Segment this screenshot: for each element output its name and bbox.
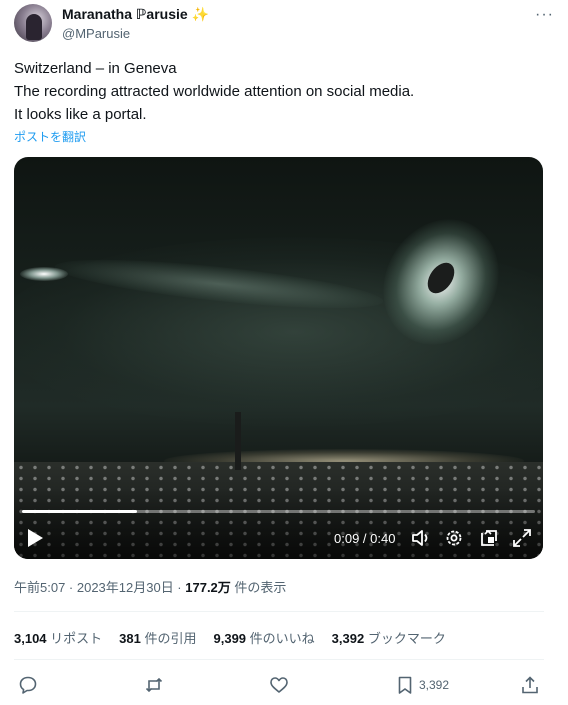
video-pole bbox=[235, 412, 241, 470]
video-bright-light bbox=[20, 267, 68, 281]
author-handle[interactable]: @MParusie bbox=[62, 26, 130, 41]
bookmark-count: 3,392 bbox=[419, 678, 450, 692]
stat-count: 381 bbox=[119, 631, 141, 646]
stat-count: 9,399 bbox=[213, 631, 247, 646]
author-display-name[interactable]: Maranatha ℙarusie bbox=[62, 6, 188, 23]
author-name-row[interactable]: Maranatha ℙarusie ✨ bbox=[62, 6, 209, 23]
tweet-line: It looks like a portal. bbox=[14, 106, 147, 123]
bookmark-button[interactable]: 3,392 bbox=[395, 674, 449, 696]
stat-likes[interactable]: 9,399 件のいいね bbox=[214, 628, 315, 647]
avatar-figure bbox=[26, 14, 42, 40]
like-button[interactable] bbox=[269, 674, 289, 696]
tweet-text: Switzerland – in Geneva The recording at… bbox=[14, 57, 544, 126]
share-icon bbox=[522, 676, 538, 694]
heart-icon bbox=[270, 677, 288, 693]
stat-quotes[interactable]: 381 件の引用 bbox=[119, 628, 196, 647]
reply-icon bbox=[19, 676, 37, 694]
volume-icon[interactable] bbox=[410, 527, 432, 549]
stat-bookmarks[interactable]: 3,392 ブックマーク bbox=[332, 628, 446, 647]
repost-button[interactable] bbox=[144, 674, 164, 696]
video-time-display: 0:09 / 0:40 bbox=[334, 531, 396, 546]
divider bbox=[14, 659, 544, 660]
engagement-stats: 3,104 リポスト 381 件の引用 9,399 件のいいね 3,392 ブッ… bbox=[14, 628, 446, 647]
translate-post-link[interactable]: ポストを翻訳 bbox=[14, 128, 86, 145]
tweet-line: Switzerland – in Geneva bbox=[14, 60, 177, 77]
sparkles-icon: ✨ bbox=[191, 6, 210, 22]
stat-count: 3,104 bbox=[14, 631, 47, 646]
fullscreen-icon[interactable] bbox=[511, 527, 533, 549]
bookmark-icon bbox=[398, 676, 412, 694]
tweet-timestamp[interactable]: 午前5:07 · 2023年12月30日 · bbox=[14, 580, 185, 595]
video-progress-bar[interactable] bbox=[22, 510, 535, 513]
stat-count: 3,392 bbox=[331, 631, 365, 646]
stat-label: 件の引用 bbox=[140, 631, 197, 646]
tweet-timestamp-views: 午前5:07 · 2023年12月30日 · 177.2万 件の表示 bbox=[14, 577, 286, 596]
stat-reposts[interactable]: 3,104 リポスト bbox=[14, 628, 102, 647]
tweet-actions-bar: 3,392 bbox=[14, 674, 544, 698]
video-player[interactable]: 0:09 / 0:40 bbox=[14, 157, 543, 559]
views-label: 件の表示 bbox=[230, 580, 287, 595]
divider bbox=[14, 611, 544, 612]
share-button[interactable] bbox=[520, 674, 540, 696]
play-icon[interactable] bbox=[26, 528, 44, 548]
reply-button[interactable] bbox=[18, 674, 38, 696]
pip-icon[interactable] bbox=[478, 527, 500, 549]
more-options-icon[interactable]: ··· bbox=[535, 6, 554, 24]
stat-label: リポスト bbox=[46, 631, 103, 646]
views-count: 177.2万 bbox=[185, 580, 231, 595]
tweet-line: The recording attracted worldwide attent… bbox=[14, 83, 415, 100]
stat-label: ブックマーク bbox=[364, 631, 446, 646]
tweet-header: Maranatha ℙarusie ✨ @MParusie ··· bbox=[14, 4, 554, 48]
repost-icon bbox=[145, 677, 163, 693]
avatar[interactable] bbox=[14, 4, 52, 42]
video-progress-fill bbox=[22, 510, 138, 513]
settings-icon[interactable] bbox=[443, 527, 465, 549]
stat-label: 件のいいね bbox=[246, 631, 315, 646]
